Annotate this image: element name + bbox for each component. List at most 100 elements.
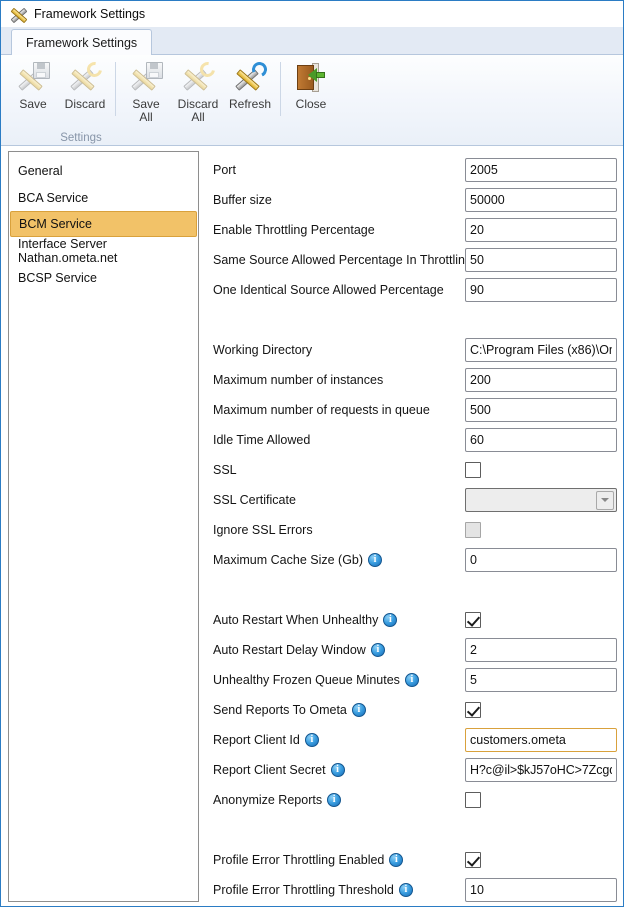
label-text: One Identical Source Allowed Percentage [213, 283, 444, 297]
input-maximum-number-of-requests-in-queue[interactable] [465, 398, 617, 422]
field-control-wrap [465, 485, 617, 515]
save-button[interactable]: Save [7, 58, 59, 111]
label-text: Report Client Id [213, 733, 300, 747]
sidebar-item-label: BCM Service [19, 217, 92, 231]
ribbon-group-settings: Save Discard Save All Discard All Refres… [1, 58, 337, 146]
sidebar-item-bcm-service[interactable]: BCM Service [10, 211, 197, 237]
discard-button-label: Discard [64, 97, 106, 111]
settings-category-list[interactable]: General BCA Service BCM Service Interface S… [8, 151, 199, 902]
input-idle-time-allowed[interactable] [465, 428, 617, 452]
field-label-port: Port [213, 155, 236, 185]
label-text: Anonymize Reports [213, 793, 323, 807]
field-control-wrap [465, 155, 617, 185]
spinner-unhealthy-frozen-queue-minutes[interactable] [465, 668, 623, 692]
spinner-input[interactable] [466, 639, 623, 661]
field-control-wrap [465, 785, 481, 815]
form-row-profile-error-throttling-enabled: Profile Error Throttling Enabled [200, 845, 623, 875]
form-row-maximum-number-of-instances: Maximum number of instances [200, 365, 623, 395]
input-report-client-secret[interactable] [465, 758, 617, 782]
info-icon[interactable] [327, 793, 342, 807]
ribbon-groups: Save Discard Save All Discard All Refres… [1, 55, 623, 144]
field-control-wrap [465, 545, 623, 575]
info-icon[interactable] [351, 703, 366, 717]
form-row-maximum-cache-size-gb: Maximum Cache Size (Gb) [200, 545, 623, 575]
field-control-wrap [465, 215, 617, 245]
sidebar-item-label: General [18, 163, 63, 178]
title-bar: Framework Settings [1, 1, 623, 27]
refresh-settings-icon [233, 59, 270, 96]
input-same-source-allowed-percentage-in-throttling[interactable] [465, 248, 617, 272]
form-row-working-directory: Working Directory [200, 335, 623, 365]
input-maximum-number-of-instances[interactable] [465, 368, 617, 392]
discard-all-button[interactable]: Discard All [172, 58, 224, 124]
form-row-auto-restart-delay-window: Auto Restart Delay Window [200, 635, 623, 665]
checkbox-profile-error-throttling-enabled[interactable] [465, 852, 481, 868]
label-text: Send Reports To Ometa [213, 703, 347, 717]
input-buffer-size[interactable] [465, 188, 617, 212]
form-row-ssl: SSL [200, 455, 623, 485]
close-button[interactable]: Close [285, 58, 337, 111]
field-control-wrap [465, 395, 617, 425]
framework-settings-window: Framework Settings Framework Settings Sa… [0, 0, 624, 907]
sidebar-item-bca-service[interactable]: BCA Service [10, 184, 197, 211]
info-icon[interactable] [304, 733, 319, 747]
checkbox-auto-restart-when-unhealthy[interactable] [465, 612, 481, 628]
spinner-profile-error-throttling-threshold[interactable] [465, 878, 623, 902]
label-text: Maximum number of requests in queue [213, 403, 430, 417]
spinner-input[interactable] [466, 669, 623, 691]
tab-framework-settings[interactable]: Framework Settings [11, 29, 153, 55]
info-icon[interactable] [368, 553, 383, 567]
form-row-ignore-ssl-errors: Ignore SSL Errors [200, 515, 623, 545]
info-icon[interactable] [330, 763, 345, 777]
input-working-directory[interactable] [465, 338, 617, 362]
discard-button[interactable]: Discard [59, 58, 111, 111]
field-label-report-client-secret: Report Client Secret [213, 755, 345, 785]
input-one-identical-source-allowed-percentage[interactable] [465, 278, 617, 302]
label-text: Port [213, 163, 236, 177]
field-control-wrap [465, 725, 617, 755]
form-row-report-client-secret: Report Client Secret [200, 755, 623, 785]
label-text: Enable Throttling Percentage [213, 223, 375, 237]
field-control-wrap [465, 185, 617, 215]
form-row-enable-throttling-percentage: Enable Throttling Percentage [200, 215, 623, 245]
field-control-wrap [465, 365, 617, 395]
field-label-profile-error-throttling-threshold: Profile Error Throttling Threshold [213, 875, 413, 905]
input-enable-throttling-percentage[interactable] [465, 218, 617, 242]
spinner-input[interactable] [466, 549, 623, 571]
label-text: Idle Time Allowed [213, 433, 311, 447]
field-control-wrap [465, 515, 481, 545]
checkbox-send-reports-to-ometa[interactable] [465, 702, 481, 718]
field-label-maximum-cache-size-gb: Maximum Cache Size (Gb) [213, 545, 383, 575]
spinner-auto-restart-delay-window[interactable] [465, 638, 623, 662]
field-label-report-client-id: Report Client Id [213, 725, 319, 755]
spinner-input[interactable] [466, 879, 623, 901]
info-icon[interactable] [383, 613, 398, 627]
sidebar-item-label: Interface Server Nathan.ometa.net [18, 236, 118, 265]
field-label-anonymize-reports: Anonymize Reports [213, 785, 342, 815]
refresh-button-label: Refresh [228, 97, 272, 111]
form-row-ssl-certificate: SSL Certificate [200, 485, 623, 515]
sidebar-item-interface-server-nathan-ometa-net[interactable]: Interface Server Nathan.ometa.net [10, 236, 197, 265]
sidebar-item-label: BCA Service [18, 190, 89, 205]
info-icon[interactable] [404, 673, 419, 687]
input-port[interactable] [465, 158, 617, 182]
spinner-maximum-cache-size-gb[interactable] [465, 548, 623, 572]
label-text: Ignore SSL Errors [213, 523, 313, 537]
field-control-wrap [465, 275, 617, 305]
info-icon[interactable] [398, 883, 413, 897]
label-text: Profile Error Throttling Enabled [213, 853, 385, 867]
form-row-send-reports-to-ometa: Send Reports To Ometa [200, 695, 623, 725]
info-icon[interactable] [389, 853, 404, 867]
refresh-button[interactable]: Refresh [224, 58, 276, 111]
form-row-one-identical-source-allowed-percentage: One Identical Source Allowed Percentage [200, 275, 623, 305]
save-all-button[interactable]: Save All [120, 58, 172, 124]
sidebar-item-general[interactable]: General [10, 157, 197, 184]
input-report-client-id[interactable] [465, 728, 617, 752]
sidebar-item-bcsp-service[interactable]: BCSP Service [10, 264, 197, 291]
close-button-label: Close [295, 97, 327, 111]
field-label-ssl-certificate: SSL Certificate [213, 485, 296, 515]
checkbox-anonymize-reports[interactable] [465, 792, 481, 808]
checkbox-ssl[interactable] [465, 462, 481, 478]
info-icon[interactable] [370, 643, 385, 657]
checkbox-ignore-ssl-errors [465, 522, 481, 538]
